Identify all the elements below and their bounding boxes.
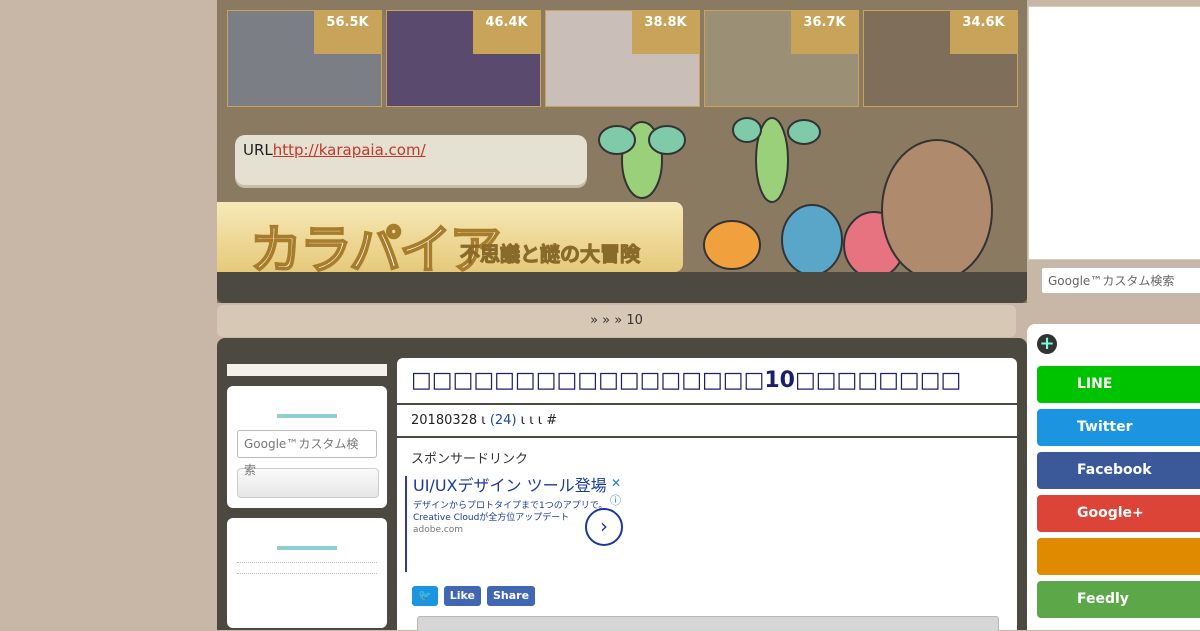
popular-thumbnails: 56.5K 46.4K 38.8K 36.7K 34.6K (227, 10, 1018, 107)
view-count-badge: 34.6K (950, 11, 1017, 54)
chevron-right-icon[interactable]: › (585, 508, 623, 546)
info-icon[interactable]: ⓘ (610, 492, 621, 508)
thumbnail-5[interactable]: 34.6K (863, 10, 1018, 107)
line-share-button[interactable]: LINE (1037, 366, 1200, 403)
view-count-badge: 56.5K (314, 11, 381, 54)
view-count-badge: 38.8K (632, 11, 699, 54)
article-content: □□□□□□□□□□□□□□□□□10□□□□□□□□ 20180328 ι (… (397, 358, 1017, 631)
url-label: URL (243, 141, 273, 159)
sidebar-search-input[interactable]: Google™カスタム検索 (237, 430, 377, 477)
share-buttons: 🐦 Like Share (412, 586, 536, 606)
twitter-share-button[interactable]: 🐦 (412, 586, 438, 606)
thumbnail-4[interactable]: 36.7K (704, 10, 859, 107)
article-body: スポンサードリンク (397, 438, 1017, 477)
ad-domain: adobe.com (413, 525, 464, 535)
sidebar-top-bar (227, 364, 387, 376)
article-meta-rest: ι ι ι # (520, 413, 558, 428)
comment-count-link[interactable]: (24) (490, 413, 517, 428)
ad-title[interactable]: UI/UXデザイン ツール登場 (413, 476, 615, 496)
sidebar-search-button[interactable] (237, 468, 379, 498)
right-search-input[interactable]: Google™カスタム検索 (1041, 267, 1200, 294)
close-icon[interactable]: ✕ (611, 476, 621, 490)
header-bottom-band (217, 272, 1027, 303)
left-sidebar: Google™カスタム検索 (227, 364, 387, 628)
sponsored-label: スポンサードリンク (411, 452, 529, 467)
twitter-follow-button[interactable]: Twitter (1037, 409, 1200, 446)
article-meta: 20180328 ι (24) ι ι ι # (397, 405, 1017, 438)
right-ad-box[interactable] (1028, 6, 1200, 260)
view-count-badge: 46.4K (473, 11, 540, 54)
article-image (417, 616, 999, 631)
site-url-link[interactable]: http://karapaia.com/ (273, 141, 426, 159)
view-count-badge: 36.7K (791, 11, 858, 54)
url-box: URLhttp://karapaia.com/ (235, 135, 587, 185)
facebook-follow-button[interactable]: Facebook (1037, 452, 1200, 489)
left-background (0, 0, 192, 630)
plus-icon[interactable]: + (1037, 334, 1057, 354)
section-divider (277, 414, 337, 418)
sidebar-list-box (227, 518, 387, 628)
article-date: 20180328 ι (411, 413, 486, 428)
facebook-share-button[interactable]: Share (486, 586, 536, 606)
google-plus-button[interactable]: Google+ (1037, 495, 1200, 532)
breadcrumb[interactable]: » » » 10 (217, 305, 1016, 337)
social-share-panel: + LINE Twitter Facebook Google+ Feedly (1027, 324, 1200, 630)
section-divider (277, 546, 337, 550)
facebook-like-button[interactable]: Like (443, 586, 481, 606)
thumbnail-3[interactable]: 38.8K (545, 10, 700, 107)
list-divider (237, 562, 377, 563)
article-title: □□□□□□□□□□□□□□□□□10□□□□□□□□ (397, 358, 1017, 405)
list-divider (237, 573, 377, 574)
feedly-button[interactable]: Feedly (1037, 581, 1200, 618)
thumbnail-1[interactable]: 56.5K (227, 10, 382, 107)
sidebar-search-box: Google™カスタム検索 (227, 386, 387, 508)
rss-button[interactable] (1037, 538, 1200, 575)
ad-unit[interactable]: UI/UXデザイン ツール登場 デザインからプロトタイプまで1つのアプリで。Cr… (405, 476, 623, 572)
thumbnail-2[interactable]: 46.4K (386, 10, 541, 107)
